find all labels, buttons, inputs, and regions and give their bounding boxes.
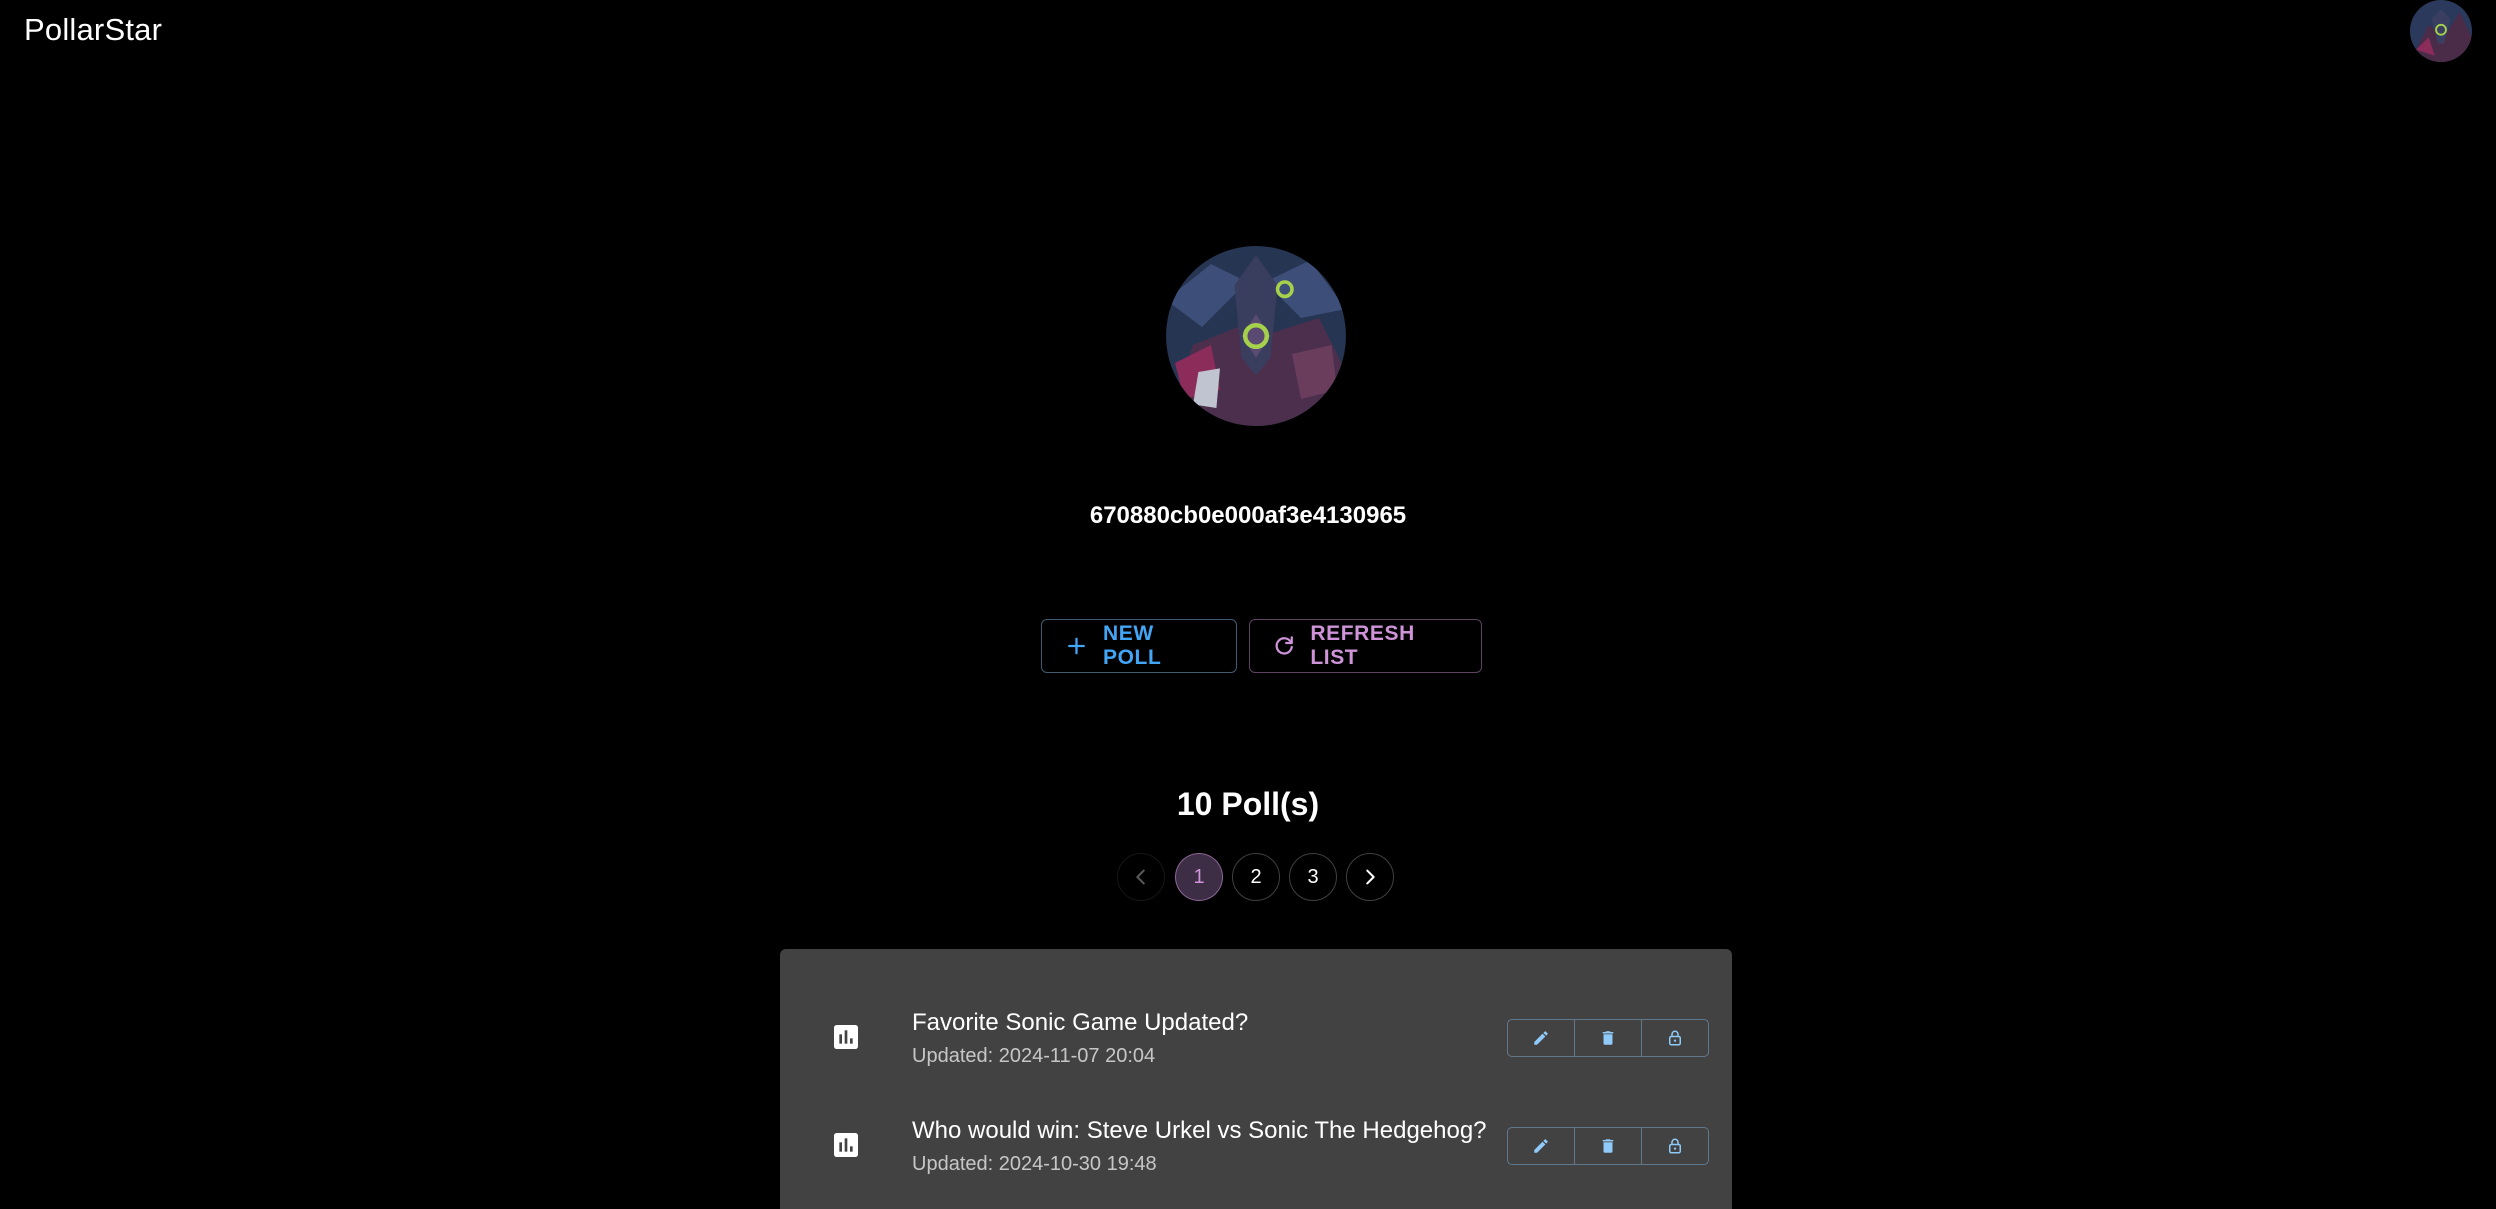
- lock-button[interactable]: [1641, 1020, 1708, 1056]
- poll-actions: [1507, 1127, 1709, 1165]
- chevron-left-icon: [1136, 869, 1145, 885]
- plus-icon: [1068, 637, 1085, 655]
- bar-chart-icon: [834, 1025, 858, 1049]
- refresh-icon: [1275, 636, 1293, 655]
- refresh-list-button[interactable]: REFRESH LIST: [1249, 619, 1482, 673]
- pagination-next-button[interactable]: [1346, 853, 1394, 901]
- pagination-prev-button[interactable]: [1117, 853, 1165, 901]
- list-item[interactable]: Who would win: Steve Urkel vs Sonic The …: [780, 1109, 1732, 1209]
- chevron-right-icon: [1366, 869, 1375, 885]
- edit-icon: [1534, 1031, 1548, 1045]
- pagination-page-2[interactable]: 2: [1232, 853, 1280, 901]
- delete-icon: [1602, 1031, 1614, 1045]
- poll-title[interactable]: Favorite Sonic Game Updated?: [912, 1009, 1248, 1037]
- avatar: [1166, 246, 1346, 426]
- user-avatar-button[interactable]: [2410, 0, 2472, 62]
- edit-button[interactable]: [1508, 1020, 1574, 1056]
- avatar: [2410, 0, 2472, 62]
- delete-icon: [1602, 1139, 1614, 1153]
- bar-chart-icon: [834, 1133, 858, 1157]
- delete-button[interactable]: [1574, 1128, 1641, 1164]
- lock-button[interactable]: [1641, 1128, 1708, 1164]
- edit-icon: [1534, 1139, 1548, 1153]
- poll-count: 10 Poll(s): [1176, 786, 1320, 822]
- new-poll-button[interactable]: NEW POLL: [1041, 619, 1237, 673]
- refresh-list-label: REFRESH LIST: [1310, 622, 1415, 669]
- poll-actions: [1507, 1019, 1709, 1057]
- edit-button[interactable]: [1508, 1128, 1574, 1164]
- app-bar: PollarStar: [0, 0, 2496, 64]
- user-id: 670880cb0e000af3e4130965: [1089, 502, 1407, 529]
- poll-updated: Updated: 2024-11-07 20:04: [912, 1045, 1156, 1067]
- lock-icon: [1669, 1138, 1681, 1154]
- poll-title[interactable]: Who would win: Steve Urkel vs Sonic The …: [912, 1117, 1487, 1145]
- poll-updated: Updated: 2024-10-30 19:48: [912, 1153, 1157, 1175]
- delete-button[interactable]: [1574, 1020, 1641, 1056]
- list-item[interactable]: Favorite Sonic Game Updated? Updated: 20…: [780, 1001, 1732, 1101]
- lock-icon: [1669, 1030, 1681, 1046]
- pagination-page-3[interactable]: 3: [1289, 853, 1337, 901]
- poll-list: Favorite Sonic Game Updated? Updated: 20…: [780, 949, 1732, 1209]
- pagination-page-1[interactable]: 1: [1175, 853, 1223, 901]
- new-poll-label: NEW POLL: [1102, 622, 1162, 669]
- app-title[interactable]: PollarStar: [24, 12, 162, 48]
- profile-avatar: [1166, 246, 1346, 426]
